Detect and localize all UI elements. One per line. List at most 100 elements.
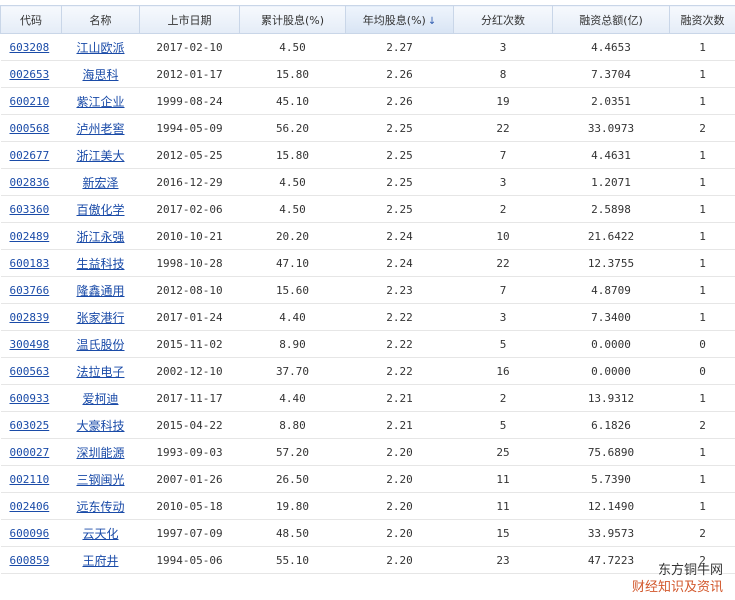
header-dividend-count[interactable]: 分红次数	[453, 5, 553, 34]
stock-name-link[interactable]: 海思科	[82, 68, 118, 82]
cell-financing-total: 12.1490	[552, 492, 670, 520]
stock-name-link[interactable]: 远东传动	[76, 500, 124, 514]
stock-name-link[interactable]: 法拉电子	[76, 365, 124, 379]
stock-code-link[interactable]: 603360	[10, 203, 50, 216]
cell-dividend-count: 22	[453, 249, 553, 277]
stock-name-link[interactable]: 泸州老窖	[76, 122, 124, 136]
header-code[interactable]: 代码	[0, 5, 62, 34]
cell-list-date: 2012-08-10	[139, 276, 240, 304]
stock-code-link[interactable]: 300498	[10, 338, 50, 351]
cell-financing-total: 2.5898	[552, 195, 670, 223]
stock-name-link[interactable]: 江山欧派	[76, 41, 124, 55]
header-avg-dividend[interactable]: 年均股息(%) ↓	[345, 5, 454, 34]
table-row: 600183 生益科技 1998-10-28 47.10 2.24 22 12.3755 1	[0, 249, 735, 277]
cell-cum-dividend: 8.80	[239, 411, 346, 439]
stock-code-link[interactable]: 600859	[10, 554, 50, 567]
stock-name-link[interactable]: 张家港行	[76, 311, 124, 325]
table-body: 603208 江山欧派 2017-02-10 4.50 2.27 3 4.4653 1 0026…	[0, 33, 735, 574]
watermark-logo: 东方铜牛网 财经知识及资讯	[632, 562, 723, 596]
cell-name: 王府井	[61, 546, 140, 574]
header-financing-total[interactable]: 融资总额(亿)	[552, 5, 670, 34]
stock-code-link[interactable]: 002839	[10, 311, 50, 324]
cell-list-date: 2002-12-10	[139, 357, 240, 385]
cell-financing-total: 4.8709	[552, 276, 670, 304]
cell-financing-total: 7.3704	[552, 60, 670, 88]
stock-name-link[interactable]: 爱柯迪	[82, 392, 118, 406]
cell-avg-dividend: 2.21	[345, 384, 454, 412]
stock-name-link[interactable]: 大豪科技	[76, 419, 124, 433]
stock-name-link[interactable]: 云天化	[82, 527, 118, 541]
cell-cum-dividend: 20.20	[239, 222, 346, 250]
stock-name-link[interactable]: 三钢闽光	[76, 473, 124, 487]
stock-name-link[interactable]: 紫江企业	[76, 95, 124, 109]
table-row: 002489 浙江永强 2010-10-21 20.20 2.24 10 21.6422 1	[0, 222, 735, 250]
stock-name-link[interactable]: 新宏泽	[82, 176, 118, 190]
header-financing-count[interactable]: 融资次数	[669, 5, 735, 34]
stock-name-link[interactable]: 隆鑫通用	[76, 284, 124, 298]
stock-code-link[interactable]: 002489	[10, 230, 50, 243]
stock-code-link[interactable]: 002110	[10, 473, 50, 486]
cell-avg-dividend: 2.23	[345, 276, 454, 304]
cell-avg-dividend: 2.22	[345, 330, 454, 358]
stock-code-link[interactable]: 600563	[10, 365, 50, 378]
cell-code: 600183	[0, 249, 62, 277]
cell-name: 隆鑫通用	[61, 276, 140, 304]
stock-code-link[interactable]: 600096	[10, 527, 50, 540]
cell-cum-dividend: 4.40	[239, 303, 346, 331]
cell-list-date: 2010-05-18	[139, 492, 240, 520]
cell-avg-dividend: 2.26	[345, 87, 454, 115]
table-row: 002653 海思科 2012-01-17 15.80 2.26 8 7.3704 1	[0, 60, 735, 88]
stock-name-link[interactable]: 深圳能源	[76, 446, 124, 460]
stock-code-link[interactable]: 600210	[10, 95, 50, 108]
cell-code: 300498	[0, 330, 62, 358]
stock-name-link[interactable]: 百傲化学	[76, 203, 124, 217]
cell-dividend-count: 3	[453, 33, 553, 61]
cell-name: 百傲化学	[61, 195, 140, 223]
cell-cum-dividend: 45.10	[239, 87, 346, 115]
cell-financing-total: 33.9573	[552, 519, 670, 547]
cell-list-date: 2017-01-24	[139, 303, 240, 331]
cell-code: 002406	[0, 492, 62, 520]
cell-financing-count: 1	[669, 195, 735, 223]
cell-avg-dividend: 2.20	[345, 438, 454, 466]
stock-code-link[interactable]: 002836	[10, 176, 50, 189]
cell-name: 法拉电子	[61, 357, 140, 385]
header-name[interactable]: 名称	[61, 5, 140, 34]
cell-dividend-count: 2	[453, 384, 553, 412]
cell-dividend-count: 5	[453, 330, 553, 358]
stock-code-link[interactable]: 600933	[10, 392, 50, 405]
cell-cum-dividend: 15.80	[239, 60, 346, 88]
header-list-date[interactable]: 上市日期	[139, 5, 240, 34]
table-row: 603766 隆鑫通用 2012-08-10 15.60 2.23 7 4.8709 1	[0, 276, 735, 304]
stock-name-link[interactable]: 温氏股份	[76, 338, 124, 352]
stock-code-link[interactable]: 002677	[10, 149, 50, 162]
stock-code-link[interactable]: 000568	[10, 122, 50, 135]
cell-financing-count: 1	[669, 465, 735, 493]
header-cum-dividend[interactable]: 累计股息(%)	[239, 5, 346, 34]
stock-code-link[interactable]: 600183	[10, 257, 50, 270]
cell-financing-count: 1	[669, 87, 735, 115]
cell-list-date: 1997-07-09	[139, 519, 240, 547]
stock-name-link[interactable]: 浙江永强	[76, 230, 124, 244]
stock-name-link[interactable]: 生益科技	[76, 257, 124, 271]
cell-cum-dividend: 56.20	[239, 114, 346, 142]
cell-name: 紫江企业	[61, 87, 140, 115]
cell-financing-total: 0.0000	[552, 330, 670, 358]
stock-code-link[interactable]: 002406	[10, 500, 50, 513]
stock-code-link[interactable]: 603208	[10, 41, 50, 54]
stock-code-link[interactable]: 002653	[10, 68, 50, 81]
stock-name-link[interactable]: 浙江美大	[76, 149, 124, 163]
stock-code-link[interactable]: 000027	[10, 446, 50, 459]
stock-code-link[interactable]: 603766	[10, 284, 50, 297]
stock-name-link[interactable]: 王府井	[82, 554, 118, 568]
table-row: 002406 远东传动 2010-05-18 19.80 2.20 11 12.1490 1	[0, 492, 735, 520]
cell-code: 002489	[0, 222, 62, 250]
cell-financing-count: 1	[669, 438, 735, 466]
cell-name: 三钢闽光	[61, 465, 140, 493]
cell-name: 生益科技	[61, 249, 140, 277]
stock-code-link[interactable]: 603025	[10, 419, 50, 432]
cell-code: 600210	[0, 87, 62, 115]
cell-avg-dividend: 2.24	[345, 249, 454, 277]
cell-name: 云天化	[61, 519, 140, 547]
cell-code: 603766	[0, 276, 62, 304]
